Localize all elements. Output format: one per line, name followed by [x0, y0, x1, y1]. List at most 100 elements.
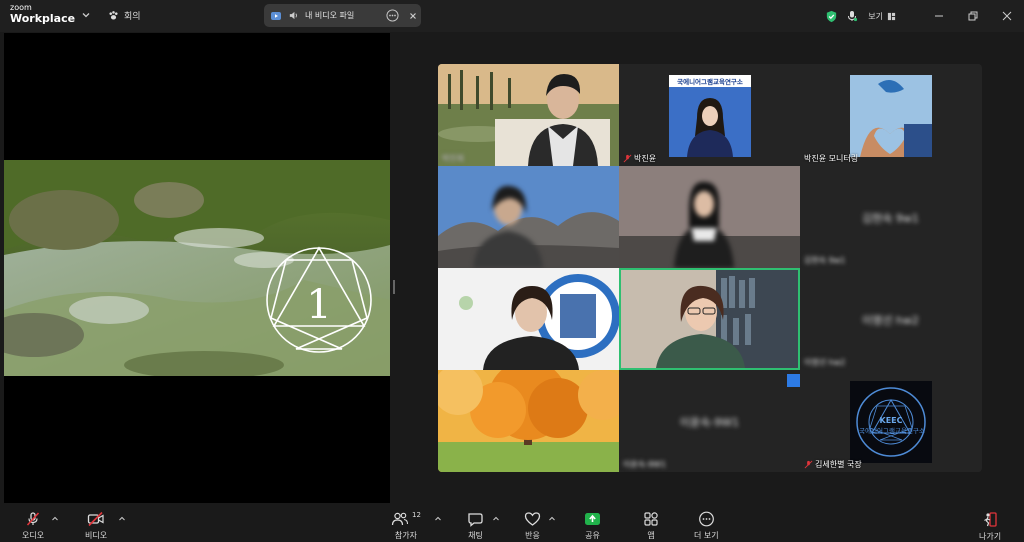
- participant-tile[interactable]: KEEC 국에니어그램교육연구소 김세한별 국장: [800, 370, 981, 472]
- close-window-button[interactable]: [990, 0, 1024, 32]
- participants-icon: [391, 512, 409, 526]
- participant-tile[interactable]: 국에니어그램교육연구소 박진윤: [619, 64, 800, 166]
- restore-icon: [968, 11, 978, 21]
- grid-view-icon: [887, 12, 896, 20]
- microphone-muted-icon: [26, 512, 40, 526]
- volume-icon[interactable]: [288, 10, 299, 21]
- participant-name: 박진희: [442, 154, 465, 163]
- stream-scene-image: 1: [4, 160, 390, 376]
- participant-display-name: 이윤숙-9W1: [679, 416, 740, 429]
- participant-name: 김세한별 국장: [815, 460, 862, 469]
- video-file-icon: [271, 11, 281, 20]
- leave-door-icon: [983, 512, 997, 527]
- participant-label: 김세한별 국장: [804, 459, 862, 470]
- leave-label: 나가기: [979, 532, 1002, 541]
- shared-video-label: 내 비디오 파일: [305, 11, 355, 20]
- minimize-button[interactable]: [922, 0, 956, 32]
- apps-button[interactable]: 앱: [643, 511, 659, 541]
- participant-display-name: 이명선 hw2: [862, 314, 919, 327]
- maximize-button[interactable]: [956, 0, 990, 32]
- heart-icon: [524, 512, 541, 526]
- chevron-down-icon[interactable]: [81, 10, 91, 20]
- participant-name: 이명선 hw2: [804, 358, 846, 367]
- meeting-label: 회의: [124, 12, 141, 22]
- participant-name: 박진윤: [634, 154, 657, 163]
- shared-video-frame: 1: [4, 160, 390, 376]
- chat-options-caret-icon[interactable]: [492, 515, 500, 523]
- participants-count: 12: [412, 511, 421, 519]
- share-label: 공유: [585, 531, 600, 540]
- participant-tile-active-speaker[interactable]: [619, 268, 800, 370]
- paw-icon: [109, 11, 118, 20]
- chat-label: 채팅: [468, 531, 483, 540]
- participants-label: 참가자: [394, 531, 417, 540]
- participant-tile[interactable]: 김현숙 9w1 김현숙 9w1: [800, 166, 981, 268]
- participant-tile[interactable]: 박진윤 모니터링: [800, 64, 981, 166]
- leave-button[interactable]: 나가기: [979, 511, 1001, 542]
- apps-label: 앱: [647, 531, 655, 540]
- video-button[interactable]: 비디오: [85, 511, 107, 541]
- reactions-label: 반응: [525, 531, 540, 540]
- logo-text: KEEC: [879, 416, 903, 425]
- audio-button[interactable]: 오디오: [22, 511, 44, 541]
- video-label: 비디오: [85, 531, 108, 540]
- more-options-icon[interactable]: [386, 9, 399, 22]
- participants-options-caret-icon[interactable]: [434, 515, 442, 523]
- participants-button[interactable]: 12 참가자: [391, 511, 421, 541]
- microphone-status-icon: [848, 11, 858, 22]
- close-icon[interactable]: [405, 10, 421, 22]
- meeting-toolbar: 오디오 비디오 12 참가자 채팅 반응 공유 앱 더 보기 나가기: [0, 503, 1024, 541]
- apps-icon: [644, 512, 658, 526]
- close-window-icon: [1002, 11, 1012, 21]
- muted-microphone-icon: [804, 460, 813, 469]
- logo-ring-text: 국에니어그램교육연구소: [859, 427, 925, 435]
- logo-text: KCA: [570, 282, 588, 291]
- chat-button[interactable]: 채팅: [467, 511, 484, 541]
- share-screen-icon: [585, 513, 600, 525]
- enneagram-number: 1: [306, 282, 331, 328]
- reactions-button[interactable]: 반응: [524, 511, 541, 541]
- participant-tile[interactable]: [619, 166, 800, 268]
- participant-name: 김현숙 9w1: [804, 256, 846, 265]
- reactions-options-caret-icon[interactable]: [548, 515, 556, 523]
- view-button[interactable]: 보기: [868, 11, 896, 22]
- participant-tile[interactable]: KCA: [438, 268, 619, 370]
- more-label: 더 보기: [694, 531, 719, 540]
- brand-bottom: Workplace: [10, 12, 76, 25]
- gallery-view: 박진희 국에니어그램교육연구소 박진윤 박진윤 모니터링 김현숙 9w1 김현숙…: [438, 64, 982, 472]
- more-button[interactable]: 더 보기: [694, 511, 719, 541]
- participant-video: [438, 64, 619, 166]
- zoom-workplace-logo: zoom Workplace: [10, 3, 76, 25]
- participant-tile[interactable]: [438, 166, 619, 268]
- share-button[interactable]: 공유: [584, 511, 601, 541]
- title-bar: zoom Workplace 회의 내 비디오 파일 보기: [0, 0, 1024, 32]
- audio-options-caret-icon[interactable]: [51, 515, 59, 523]
- brand-top: zoom: [10, 3, 32, 12]
- participant-tile[interactable]: 박진희: [438, 64, 619, 166]
- view-label: 보기: [868, 11, 883, 21]
- participant-name: 박진윤 모니터링: [804, 154, 859, 163]
- participant-name: 이윤숙-9W1: [623, 460, 667, 469]
- audio-label: 오디오: [22, 531, 45, 540]
- participant-video: [619, 166, 800, 268]
- more-icon: [698, 511, 714, 527]
- participant-display-name: 김현숙 9w1: [862, 212, 919, 225]
- pin-indicator[interactable]: [787, 374, 800, 387]
- muted-microphone-icon: [623, 154, 632, 163]
- minimize-icon: [935, 15, 943, 17]
- meeting-tab[interactable]: 회의: [108, 9, 141, 22]
- video-options-caret-icon[interactable]: [118, 515, 126, 523]
- avatar-title-text: 국에니어그램교육연구소: [677, 78, 743, 86]
- participant-tile[interactable]: 이윤숙-9W1 이윤숙-9W1: [619, 370, 800, 472]
- chat-icon: [468, 513, 483, 527]
- participant-tile[interactable]: 이명선 hw2 이명선 hw2: [800, 268, 981, 370]
- shared-video-bar[interactable]: 내 비디오 파일: [264, 4, 421, 27]
- participant-video: [438, 166, 619, 268]
- participant-label: 박진윤: [623, 153, 656, 164]
- splitter-handle[interactable]: [393, 280, 395, 294]
- participant-video: [438, 370, 619, 472]
- participant-video: [621, 270, 798, 368]
- camera-off-icon: [87, 511, 104, 527]
- security-shield-icon[interactable]: [825, 10, 838, 23]
- participant-tile[interactable]: [438, 370, 619, 472]
